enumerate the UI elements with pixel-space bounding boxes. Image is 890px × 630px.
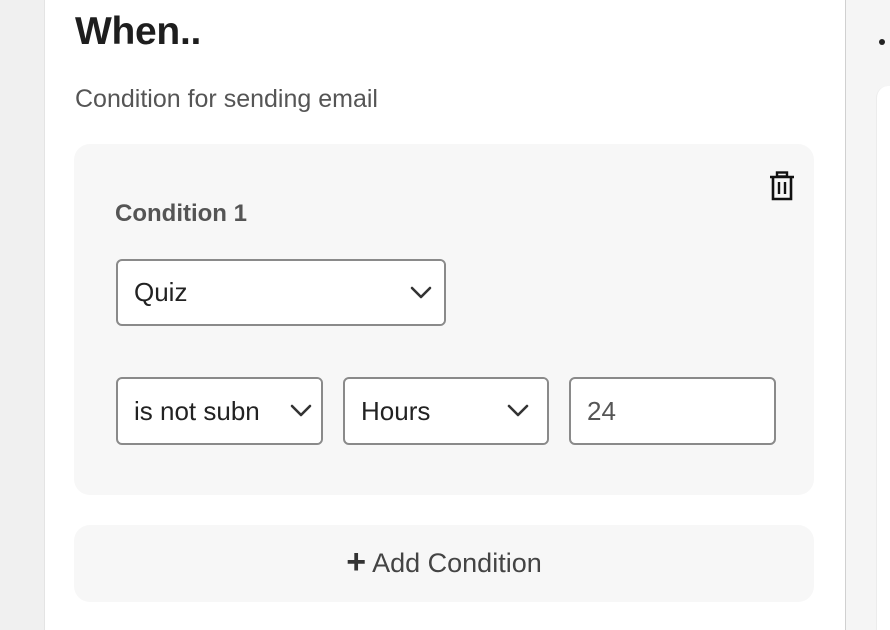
trash-icon (768, 170, 796, 206)
condition-status-value: is not subn (134, 395, 260, 426)
chevron-down-icon (281, 379, 321, 443)
section-subtitle: Condition for sending email (75, 85, 378, 113)
delete-condition-button[interactable] (766, 170, 798, 206)
condition-label: Condition 1 (115, 200, 247, 227)
adjacent-card-edge (876, 86, 890, 630)
add-condition-button[interactable]: + Add Condition (74, 525, 814, 602)
condition-type-value: Quiz (134, 277, 188, 307)
time-amount-input[interactable] (569, 377, 776, 445)
left-gutter (0, 0, 44, 630)
bullet-dot (879, 39, 885, 45)
time-unit-value: Hours (361, 395, 431, 426)
time-unit-select[interactable]: Hours (343, 377, 549, 445)
chevron-down-icon (489, 379, 547, 443)
condition-status-select[interactable]: is not subn (116, 377, 323, 445)
plus-icon: + (346, 542, 367, 581)
chevron-down-icon (398, 261, 444, 324)
add-condition-label: Add Condition (372, 548, 542, 578)
section-title: When.. (75, 10, 202, 53)
condition-type-select[interactable]: Quiz (116, 259, 446, 326)
